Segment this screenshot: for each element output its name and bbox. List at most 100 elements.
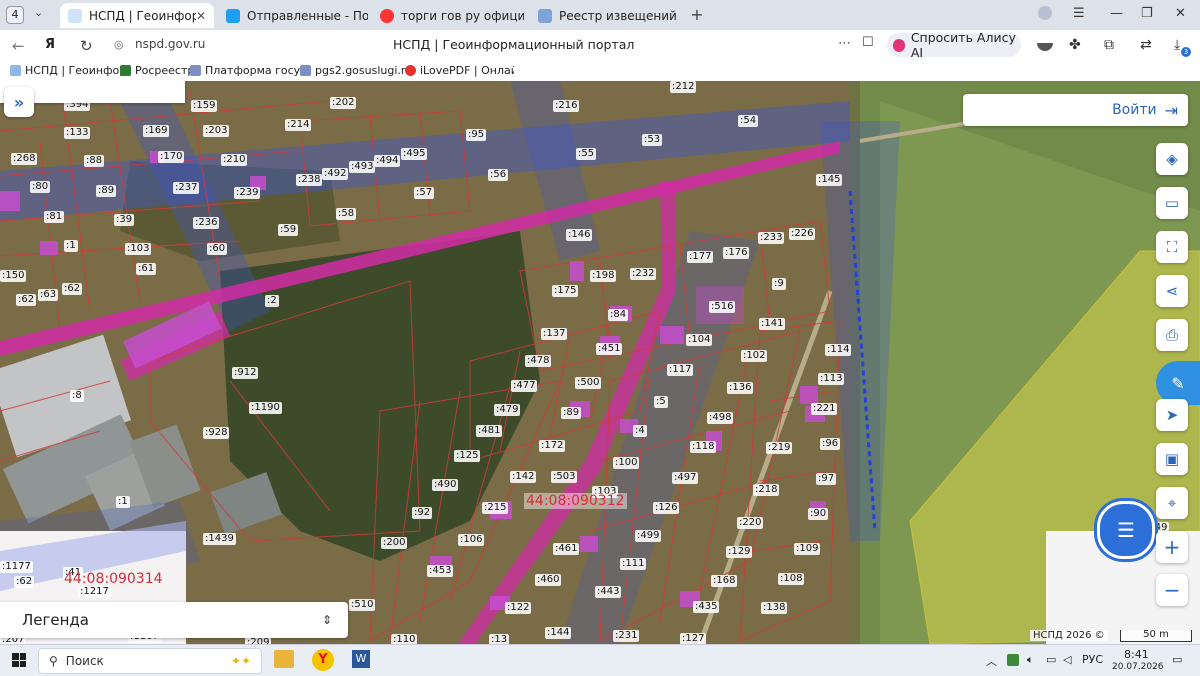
parcel-label: :62: [14, 576, 35, 588]
login-button[interactable]: Войти ⇥: [963, 94, 1188, 126]
parcel-label: :57: [414, 187, 435, 199]
yandex-logo-icon[interactable]: Я: [45, 37, 55, 52]
nspd-favicon-icon: [10, 65, 21, 76]
emblem-favicon-icon: [538, 8, 552, 23]
bookmark-platform[interactable]: Платформа госуд: [190, 64, 303, 77]
expand-panel-button[interactable]: »: [4, 87, 34, 117]
alice-icon: [893, 38, 905, 52]
login-icon: ⇥: [1164, 100, 1178, 120]
site-info-icon[interactable]: ◎: [114, 38, 124, 51]
back-icon[interactable]: ←: [12, 37, 25, 55]
quarter-label: 44:08:090312: [524, 493, 627, 509]
parcel-label: :510: [349, 599, 376, 611]
parcel-label: :177: [687, 251, 714, 263]
parcel-label: :221: [811, 403, 838, 415]
zoom-out-button[interactable]: −: [1156, 574, 1188, 606]
word-icon[interactable]: W: [352, 650, 370, 668]
print-button[interactable]: ⎙: [1156, 319, 1188, 351]
tab-torgi[interactable]: торги гов ру официальны: [372, 3, 524, 28]
reload-icon[interactable]: ↻: [80, 37, 93, 55]
share-button[interactable]: ⋖: [1156, 275, 1188, 307]
parcel-label: :114: [825, 344, 852, 356]
sync-icon[interactable]: ⇄: [1140, 37, 1152, 53]
quarter-label: 44:08:090314: [64, 571, 163, 587]
parcel-label: :214: [285, 119, 312, 131]
legend-panel[interactable]: Легенда ⇕: [0, 602, 348, 638]
minimize-icon[interactable]: —: [1110, 6, 1123, 21]
taskbar-search[interactable]: ⚲ Поиск ✦✦: [38, 648, 262, 674]
emblem-favicon-icon: [300, 65, 311, 76]
parcel-label: :238: [296, 174, 323, 186]
zoom-in-button[interactable]: +: [1156, 531, 1188, 563]
parcel-label: :113: [818, 373, 845, 385]
search-location-button[interactable]: ⌖: [1156, 487, 1188, 519]
menu-icon[interactable]: ☰: [1073, 6, 1085, 21]
bookmark-nspd[interactable]: НСПД | Геоинфор: [10, 64, 121, 77]
notifications-icon[interactable]: ▭: [1172, 653, 1182, 666]
language-indicator[interactable]: РУС: [1082, 653, 1103, 666]
parcel-label: :239: [234, 187, 261, 199]
parcel-label: :5: [654, 396, 668, 408]
close-window-icon[interactable]: ✕: [1175, 6, 1186, 21]
ruler-button[interactable]: ▭: [1156, 187, 1188, 219]
network-icon[interactable]: ▭: [1046, 653, 1056, 666]
parcel-label: :159: [191, 100, 218, 112]
parcel-label: :498: [707, 412, 734, 424]
profile-avatar-icon[interactable]: [1038, 6, 1052, 20]
clock-time[interactable]: 8:41: [1124, 648, 1149, 661]
parcel-label: :198: [590, 270, 617, 282]
chat-button[interactable]: ☰: [1097, 501, 1155, 559]
map-imagery: [0, 81, 1200, 644]
speaker-icon[interactable]: 🔈︎: [1027, 653, 1034, 667]
parcel-label: :172: [539, 440, 566, 452]
navigation-arrow-icon: ➤: [1165, 406, 1179, 424]
parcel-label: :144: [545, 627, 572, 639]
parcel-label: :451: [596, 343, 623, 355]
panel-toggle-button[interactable]: ▣: [1156, 443, 1188, 475]
search-label: Поиск: [65, 654, 104, 668]
map-canvas[interactable]: :394:159:202:216:212:133:169:203:214:95:…: [0, 81, 1200, 644]
url-text[interactable]: nspd.gov.ru: [135, 37, 205, 51]
tab-nspd[interactable]: НСПД | Геоинформаци ✕: [60, 3, 214, 28]
bookmark-label: Платформа госуд: [205, 64, 303, 77]
extensions-icon[interactable]: ✤: [1069, 37, 1081, 53]
parcel-label: :133: [64, 127, 91, 139]
shield-icon[interactable]: [1007, 654, 1019, 666]
geolocation-button[interactable]: ➤: [1156, 399, 1188, 431]
bookmark-ilovepdf[interactable]: iLovePDF | Онлай: [405, 64, 514, 77]
expand-chevron-icon[interactable]: ⇕: [322, 613, 332, 627]
layers-button[interactable]: ◈: [1156, 143, 1188, 175]
bookmark-icon[interactable]: ☐: [862, 35, 874, 50]
assistant-icon: ✎: [1171, 373, 1185, 393]
windows-start-icon[interactable]: [12, 653, 26, 667]
bookmark-pgs2[interactable]: pgs2.gosuslugi.ru: [300, 64, 412, 77]
parcel-label: :97: [816, 473, 837, 485]
parcel-label: :493: [349, 161, 376, 173]
file-explorer-icon[interactable]: [274, 650, 294, 668]
more-options-icon[interactable]: ⋯: [838, 36, 851, 51]
parcel-label: :200: [381, 537, 408, 549]
bookmark-rosreestr[interactable]: Росреестр: [120, 64, 194, 77]
parcel-label: :461: [553, 543, 580, 555]
tab-list-chevron-icon[interactable]: ⌄: [34, 6, 43, 19]
yandex-browser-icon[interactable]: Y: [312, 649, 334, 671]
collections-icon[interactable]: ⧉: [1104, 37, 1114, 53]
tab-count-button[interactable]: 4: [6, 6, 24, 24]
ask-alice-button[interactable]: Спросить Алису AI: [887, 30, 1021, 60]
parcel-label: :477: [511, 380, 538, 392]
tray-chevron-icon[interactable]: ︿: [986, 653, 997, 669]
parcel-label: :103: [125, 243, 152, 255]
tab-mail[interactable]: Отправленные - Почта: [218, 3, 368, 28]
parcel-label: :494: [374, 155, 401, 167]
close-tab-icon[interactable]: ✕: [196, 9, 206, 23]
downloads-icon[interactable]: ⤓: [1174, 37, 1180, 53]
tab-registry[interactable]: Реестр извещений: [530, 3, 680, 28]
select-area-button[interactable]: ⛶: [1156, 231, 1188, 263]
clock-date[interactable]: 20.07.2026: [1112, 662, 1164, 672]
downloads-badge: 3: [1181, 47, 1191, 57]
restore-icon[interactable]: ❐: [1141, 6, 1153, 21]
share-icon: ⋖: [1165, 282, 1179, 300]
new-tab-button[interactable]: +: [688, 6, 706, 24]
parcel-label: :212: [670, 81, 697, 93]
volume-icon[interactable]: ◁: [1063, 653, 1071, 666]
